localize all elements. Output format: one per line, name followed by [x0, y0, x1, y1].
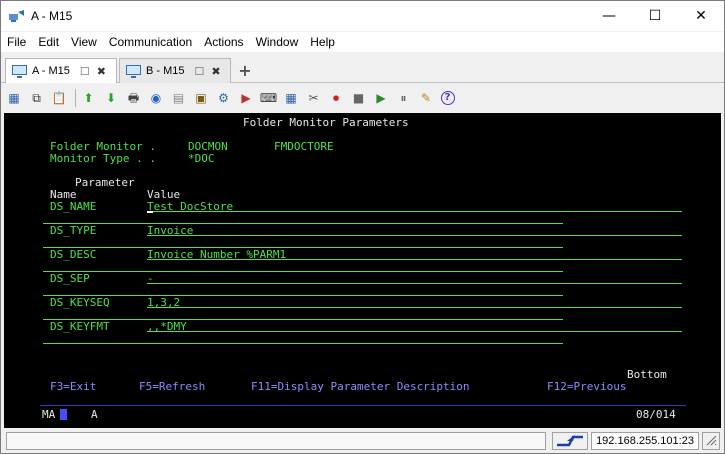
menu-file[interactable]: File: [1, 35, 32, 49]
field-underline: [43, 319, 563, 320]
monitor-type-label: Monitor Type . .: [50, 152, 156, 165]
toolbar-separator: [74, 89, 76, 107]
maximize-button[interactable]: ☐: [632, 1, 678, 31]
cursor-position: 08/014: [636, 408, 676, 421]
tab-session-b[interactable]: B - M15 ☐ ✖: [119, 58, 231, 83]
title-bar[interactable]: A - M15 — ☐ ✕: [1, 1, 724, 31]
host-address: 192.168.255.101:23: [591, 432, 699, 450]
menu-help[interactable]: Help: [304, 35, 341, 49]
bottom-indicator: Bottom: [627, 368, 667, 381]
stop-icon[interactable]: ■: [351, 90, 367, 106]
maximize-icon: ☐: [648, 8, 662, 24]
monitor-icon: [12, 64, 27, 78]
menu-window[interactable]: Window: [250, 35, 305, 49]
app-icon: [9, 10, 25, 22]
paste-icon[interactable]: 📋: [51, 90, 67, 106]
tab-restore-icon[interactable]: ☐: [195, 65, 205, 78]
menu-bar: File Edit View Communication Actions Win…: [1, 32, 724, 52]
keyboard-icon[interactable]: ⌨: [260, 90, 277, 106]
run-icon[interactable]: ▶: [238, 90, 254, 106]
field-underline: [147, 259, 682, 260]
status-message-field: [6, 432, 546, 450]
add-tab-button[interactable]: +: [235, 59, 255, 81]
close-button[interactable]: ✕: [678, 1, 724, 31]
screen-title: Folder Monitor Parameters: [243, 116, 409, 129]
field-underline: [43, 295, 563, 296]
field-underline: [147, 307, 682, 308]
pause-icon[interactable]: ⏸: [396, 90, 412, 106]
field-underline: [43, 343, 563, 344]
minimize-icon: —: [602, 8, 616, 24]
session-tab-bar: A - M15 ☐ ✖ B - M15 ☐ ✖ +: [1, 55, 724, 83]
toolbar: ▦ ⧉ 📋 ⬆ ⬇ 🖶 ◉ ▤ ▣ ⚙ ▶ ⌨ ▦ ✂ ⏺ ■ ▶ ⏸ ✎ ?: [1, 85, 724, 111]
resize-grip[interactable]: [702, 432, 720, 450]
oia-cursor: [60, 409, 67, 420]
tab-label: B - M15: [146, 65, 185, 77]
monitor-type-value: *DOC: [188, 152, 215, 165]
field-underline: [147, 235, 682, 236]
param-name: DS_DESC: [50, 248, 97, 261]
notepad-icon[interactable]: ▤: [171, 90, 187, 106]
status-bar: 192.168.255.101:23: [1, 429, 724, 453]
field-underline: [147, 283, 682, 284]
field-underline: [43, 223, 563, 224]
copy-icon[interactable]: ⧉: [29, 90, 45, 106]
f3-exit-key[interactable]: F3=Exit: [50, 381, 96, 393]
menu-actions[interactable]: Actions: [198, 35, 249, 49]
window-title: A - M15: [31, 9, 73, 23]
macro-icon[interactable]: ▣: [193, 90, 209, 106]
play-icon[interactable]: ▶: [373, 90, 389, 106]
monitor-icon: [126, 64, 141, 78]
menu-edit[interactable]: Edit: [32, 35, 65, 49]
emulator-window: A - M15 — ☐ ✕ File Edit View Communicati…: [0, 0, 725, 454]
lightning-icon: [555, 433, 585, 450]
connection-status: [552, 432, 588, 450]
close-icon: ✕: [695, 8, 707, 24]
print-icon[interactable]: 🖶: [126, 90, 142, 106]
param-name: DS_KEYSEQ: [50, 296, 110, 309]
terminal-screen[interactable]: Folder Monitor Parameters Folder Monitor…: [4, 113, 721, 428]
field-cursor: [147, 211, 153, 213]
param-name: DS_SEP: [50, 272, 90, 285]
field-underline: [147, 211, 682, 212]
param-name: DS_TYPE: [50, 224, 97, 237]
field-underline: [43, 247, 563, 248]
f5-refresh-key[interactable]: F5=Refresh: [139, 381, 205, 393]
tab-close-icon[interactable]: ✖: [211, 65, 220, 78]
menu-communication[interactable]: Communication: [103, 35, 198, 49]
f12-previous-key[interactable]: F12=Previous: [547, 381, 626, 393]
field-underline: [147, 331, 682, 332]
minimize-button[interactable]: —: [586, 1, 632, 31]
oia-mode: MA: [42, 408, 56, 421]
folder-monitor-value2: FMDOCTORE: [274, 140, 334, 153]
record-icon[interactable]: ⏺: [328, 90, 344, 106]
navigate-icon[interactable]: ◉: [148, 90, 164, 106]
notes-icon[interactable]: ✎: [418, 90, 434, 106]
plus-icon: +: [238, 60, 252, 80]
send-file-icon[interactable]: ⬆: [81, 90, 97, 106]
header-parameter: Parameter: [75, 176, 135, 189]
copy-screen-icon[interactable]: ▦: [6, 90, 22, 106]
settings-icon[interactable]: ⚙: [216, 90, 232, 106]
oia-separator: [40, 405, 686, 406]
keypad-icon[interactable]: ▦: [283, 90, 299, 106]
help-icon[interactable]: ?: [440, 91, 455, 105]
tools-icon[interactable]: ✂: [306, 90, 322, 106]
field-underline: [43, 271, 563, 272]
f11-display-key[interactable]: F11=Display Parameter Description: [251, 381, 470, 393]
oia-session: A: [91, 408, 98, 421]
tab-restore-icon[interactable]: ☐: [80, 65, 90, 78]
param-name: DS_KEYFMT: [50, 320, 110, 333]
gripper-icon: [705, 434, 717, 449]
tab-close-icon[interactable]: ✖: [97, 65, 106, 78]
menu-view[interactable]: View: [65, 35, 103, 49]
tab-label: A - M15: [32, 65, 70, 77]
tab-session-a[interactable]: A - M15 ☐ ✖: [5, 58, 117, 83]
param-name: DS_NAME: [50, 200, 97, 213]
receive-file-icon[interactable]: ⬇: [103, 90, 119, 106]
